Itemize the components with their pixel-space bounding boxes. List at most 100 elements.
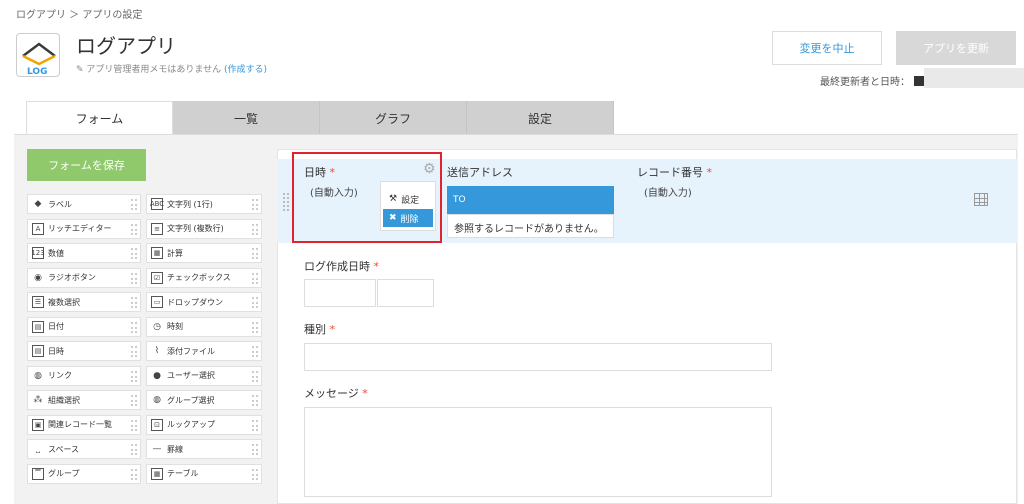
link-icon: ◍ — [34, 370, 42, 381]
svg-text:LOG: LOG — [27, 67, 47, 77]
palette-item-time[interactable]: ◷ 時刻 — [146, 316, 262, 337]
last-updated-label: 最終更新者と日時： — [820, 77, 910, 88]
calc-icon: ▦ — [151, 247, 163, 259]
log-time-input[interactable] — [377, 279, 434, 307]
table-icon: ▦ — [151, 467, 163, 480]
drag-handle-icon[interactable] — [131, 297, 137, 308]
drag-handle-icon[interactable] — [131, 346, 137, 357]
drag-handle-icon[interactable] — [252, 321, 258, 333]
drag-handle-icon[interactable] — [131, 199, 137, 210]
palette-item-table[interactable]: ▦ テーブル — [146, 463, 262, 484]
palette-item-multi-select[interactable]: ☰ 複数選択 — [27, 292, 141, 312]
palette-item-date[interactable]: ▤ 日付 — [27, 316, 141, 337]
palette-item-label: ユーザー選択 — [167, 371, 215, 380]
palette-item-dropdown[interactable]: ▭ ドロップダウン — [146, 292, 262, 312]
drag-handle-icon[interactable] — [252, 444, 258, 455]
drag-handle-icon[interactable] — [131, 223, 137, 235]
palette-item-group-select[interactable]: ◍ グループ選択 — [146, 390, 262, 410]
group-select-icon: ◍ — [153, 395, 161, 405]
drag-handle-icon[interactable] — [252, 468, 258, 480]
palette-item-link[interactable]: ◍ リンク — [27, 365, 141, 386]
palette-item-text-multi[interactable]: ≡ 文字列 (複数行) — [146, 218, 262, 239]
palette-item-rule[interactable]: — 罫線 — [146, 439, 262, 459]
tab-form[interactable]: フォーム — [26, 101, 173, 135]
drag-handle-icon[interactable] — [131, 419, 137, 431]
drag-handle-icon[interactable] — [252, 223, 258, 235]
message-textarea[interactable] — [304, 407, 772, 497]
multi-select-icon: ☰ — [32, 296, 44, 308]
drag-handle-icon[interactable] — [252, 370, 258, 382]
tab-list[interactable]: 一覧 — [173, 101, 320, 135]
palette-item-label[interactable]: ◆ ラベル — [27, 194, 141, 214]
palette-item-label: 複数選択 — [48, 297, 80, 307]
save-form-button[interactable]: フォームを保存 — [27, 149, 146, 181]
palette-item-number[interactable]: 123 数値 — [27, 243, 141, 263]
attachment-icon: ⌇ — [154, 346, 160, 356]
palette-item-org-select[interactable]: ⁂ 組織選択 — [27, 390, 141, 410]
cancel-changes-button[interactable]: 変更を中止 — [772, 31, 882, 65]
field-label-message: メッセージ * — [304, 387, 368, 400]
palette-item-radio[interactable]: ◉ ラジオボタン — [27, 267, 141, 288]
palette-item-label: 文字列 (1行) — [167, 199, 213, 209]
app-icon: LOG — [16, 33, 60, 77]
drag-handle-icon[interactable] — [252, 346, 258, 357]
drag-handle-icon[interactable] — [252, 199, 258, 210]
rule-icon: — — [152, 444, 162, 454]
drag-handle-icon[interactable] — [252, 419, 258, 431]
palette-item-label: ラジオボタン — [48, 273, 96, 282]
drag-handle-icon[interactable] — [131, 321, 137, 333]
label-icon: ◆ — [34, 199, 42, 209]
palette-item-text-single[interactable]: ABC 文字列 (1行) — [146, 194, 262, 214]
field-label-log-datetime: ログ作成日時 * — [304, 260, 379, 273]
drag-handle-icon[interactable] — [131, 395, 137, 406]
palette-item-label: 数値 — [48, 248, 64, 258]
field-label-type: 種別 * — [304, 323, 335, 336]
tab-graph[interactable]: グラフ — [320, 101, 467, 135]
drag-handle-icon[interactable] — [131, 444, 137, 455]
app-title: ログアプリ — [76, 34, 176, 58]
palette-item-group[interactable]: ▔ グループ — [27, 463, 141, 484]
palette-item-calc[interactable]: ▦ 計算 — [146, 243, 262, 263]
tab-bar: フォーム 一覧 グラフ 設定 — [26, 101, 614, 135]
highlight-box — [292, 152, 442, 243]
palette-item-label: テーブル — [167, 469, 199, 478]
palette-item-label: 文字列 (複数行) — [167, 224, 224, 233]
palette-item-label: 添付ファイル — [167, 346, 215, 356]
drag-handle-icon[interactable] — [252, 272, 258, 284]
field-label-sender: 送信アドレス — [447, 166, 513, 179]
drag-handle-icon[interactable] — [131, 468, 137, 480]
drag-handle-icon[interactable] — [131, 272, 137, 284]
datetime-icon: ▤ — [32, 345, 44, 357]
drag-handle-icon[interactable] — [252, 248, 258, 259]
palette-item-checkbox[interactable]: ☑ チェックボックス — [146, 267, 262, 288]
palette-item-label: ラベル — [48, 199, 72, 209]
breadcrumb[interactable]: ログアプリ ＞ アプリの設定 — [16, 6, 142, 21]
palette-item-user-select[interactable]: ● ユーザー選択 — [146, 365, 262, 386]
create-memo-link[interactable]: (作成する) — [224, 65, 267, 75]
org-select-icon: ⁂ — [33, 395, 43, 405]
palette-item-related-records[interactable]: ▣ 関連レコード一覧 — [27, 414, 141, 435]
memo-text: アプリ管理者用メモはありません — [86, 65, 222, 75]
drag-handle-icon[interactable] — [131, 248, 137, 259]
palette-item-attachment[interactable]: ⌇ 添付ファイル — [146, 341, 262, 361]
to-header: TO — [447, 186, 614, 214]
dropdown-icon: ▭ — [151, 296, 163, 308]
drag-handle-icon[interactable] — [252, 395, 258, 406]
log-date-input[interactable] — [304, 279, 376, 307]
palette-item-space[interactable]: ⎵ スペース — [27, 439, 141, 459]
palette-item-datetime[interactable]: ▤ 日時 — [27, 341, 141, 361]
palette-item-lookup[interactable]: ⊡ ルックアップ — [146, 414, 262, 435]
drag-handle-icon[interactable] — [131, 370, 137, 382]
table-layout-icon[interactable] — [974, 193, 988, 206]
text-multi-icon: ≡ — [151, 222, 163, 235]
tab-settings[interactable]: 設定 — [467, 101, 614, 135]
drag-handle-icon[interactable] — [252, 297, 258, 308]
palette-item-label: リンク — [48, 371, 72, 380]
type-input[interactable] — [304, 343, 772, 371]
palette-item-rich-editor[interactable]: A リッチエディター — [27, 218, 141, 239]
palette-item-label: チェックボックス — [167, 273, 231, 282]
field-label-record-number: レコード番号 * — [637, 166, 712, 179]
updater-info — [924, 68, 1024, 88]
row-drag-handle[interactable] — [283, 193, 289, 211]
update-app-button[interactable]: アプリを更新 — [896, 31, 1016, 65]
